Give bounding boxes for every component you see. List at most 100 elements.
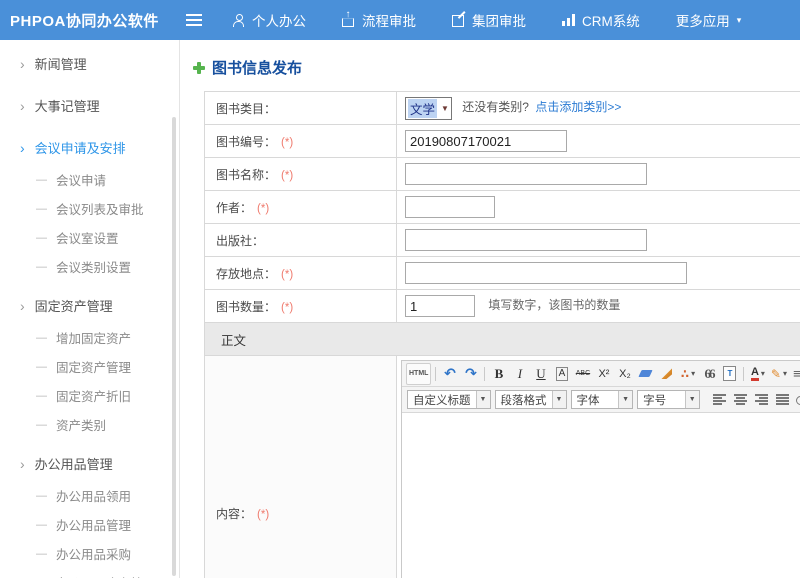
dash-icon: — <box>36 390 47 402</box>
form-row-category: 图书类目： 文学 ▼ 还没有类别? 点击添加类别>> <box>205 92 800 125</box>
superscript-button[interactable]: X² <box>594 365 613 383</box>
list-icon: ≡ <box>793 366 800 381</box>
top-nav: 个人办公 流程审批 集团审批 CRM系统 更多应用▾ <box>232 10 777 30</box>
author-label: 作者： <box>216 201 252 215</box>
category-select[interactable]: 文学 ▼ <box>405 97 452 120</box>
dash-icon: — <box>36 232 47 244</box>
share-box-icon <box>342 14 355 27</box>
sidebar-group-0[interactable]: ›新闻管理 <box>0 46 179 81</box>
author-input[interactable] <box>405 196 495 218</box>
nav-more-apps[interactable]: 更多应用▾ <box>676 10 742 30</box>
link-icon <box>796 395 800 405</box>
book-name-input[interactable] <box>405 163 647 185</box>
caret-down-icon: ▾ <box>691 369 695 378</box>
clipboard-icon: T <box>723 366 736 381</box>
sidebar-item[interactable]: —会议申请 <box>0 165 179 194</box>
sidebar-item[interactable]: — 办公用品领用 <box>0 481 179 510</box>
sidebar-item-label: 固定资产管理 <box>56 357 131 376</box>
align-right-button[interactable] <box>752 391 771 409</box>
editor-content[interactable] <box>402 413 800 578</box>
sidebar-item-label: 办公用品领用 <box>56 486 131 505</box>
book-no-input[interactable] <box>405 130 567 152</box>
dash-icon: — <box>36 361 47 373</box>
html-source-button[interactable]: HTML <box>406 363 431 385</box>
dash-icon: — <box>36 203 47 215</box>
sidebar-item-label: 办公用品库存管理 <box>56 573 156 578</box>
italic-button[interactable]: I <box>510 365 529 383</box>
sidebar-group-2[interactable]: › 会议申请及安排 <box>0 130 179 165</box>
sidebar-item-label: 办公用品管理 <box>56 515 131 534</box>
paste-as-text-button[interactable]: T <box>720 365 739 383</box>
font-family-dropdown[interactable]: 字体▼ <box>571 390 634 409</box>
location-label: 存放地点： <box>216 267 276 281</box>
font-size-dropdown[interactable]: 字号▼ <box>637 390 700 409</box>
sidebar-item[interactable]: —增加固定资产 <box>0 323 179 352</box>
sidebar-item-label: 资产类别 <box>56 415 106 434</box>
brush-icon <box>661 368 672 379</box>
redo-button[interactable]: ↷ <box>461 365 480 383</box>
format-painter-button[interactable] <box>657 365 676 383</box>
undo-button[interactable]: ↶ <box>440 365 459 383</box>
category-select-value: 文学 <box>408 99 437 118</box>
sidebar-item[interactable]: —资产类别 <box>0 410 179 439</box>
align-center-button[interactable] <box>731 391 750 409</box>
align-left-button[interactable] <box>710 391 729 409</box>
publisher-input[interactable] <box>405 229 647 251</box>
sidebar-item-label: 会议类别设置 <box>56 257 131 276</box>
book-name-label: 图书名称： <box>216 168 276 182</box>
sidebar-item[interactable]: —会议类别设置 <box>0 252 179 281</box>
sidebar-item-label: 会议室设置 <box>56 228 119 247</box>
dash-icon: — <box>36 174 47 186</box>
marker-pen-icon: ✎ <box>771 367 781 381</box>
sidebar-group-label: 会议申请及安排 <box>35 138 126 157</box>
location-input[interactable] <box>405 262 687 284</box>
sidebar-scrollbar[interactable] <box>172 117 176 576</box>
sidebar-item[interactable]: — 会议室设置 <box>0 223 179 252</box>
dash-icon: — <box>36 490 47 502</box>
chevron-right-icon: › <box>20 142 25 154</box>
caret-down-icon: ▼ <box>476 391 490 408</box>
sidebar-item[interactable]: —办公用品采购 <box>0 539 179 568</box>
nav-personal-office[interactable]: 个人办公 <box>232 10 306 30</box>
custom-title-dropdown[interactable]: 自定义标题▼ <box>407 390 491 409</box>
sidebar-group-label: 新闻管理 <box>35 54 87 73</box>
body-section-header: 正文 <box>205 323 800 356</box>
caret-down-icon: ▼ <box>552 391 566 408</box>
sidebar-item[interactable]: — 固定资产管理 <box>0 352 179 381</box>
sidebar-item[interactable]: —办公用品管理 <box>0 510 179 539</box>
font-color-button[interactable]: A▾ <box>748 365 767 383</box>
nav-group-approval[interactable]: 集团审批 <box>452 10 526 30</box>
boxed-a-button[interactable]: A <box>552 365 571 383</box>
sidebar-group-1[interactable]: ›大事记管理 <box>0 88 179 123</box>
required-mark: (*) <box>281 269 293 281</box>
bold-button[interactable]: B <box>489 365 508 383</box>
paragraph-format-dropdown[interactable]: 段落格式▼ <box>495 390 567 409</box>
sidebar-item[interactable]: —会议列表及审批 <box>0 194 179 223</box>
chevron-right-icon: › <box>20 458 25 470</box>
form-row-book-no: 图书编号：(*) <box>205 125 800 158</box>
blockquote-button[interactable]: 66 <box>699 365 718 383</box>
numbered-list-button[interactable]: ≡▾ <box>790 365 800 383</box>
remove-format-button[interactable] <box>636 365 655 383</box>
align-center-icon <box>734 394 747 405</box>
subscript-button[interactable]: X₂ <box>615 365 634 383</box>
sidebar-item[interactable]: —固定资产折旧 <box>0 381 179 410</box>
main-content: 图书信息发布 图书类目： 文学 ▼ 还没有类别? 点击添加类别>> <box>180 40 800 578</box>
sidebar-group-3[interactable]: ›固定资产管理 <box>0 288 179 323</box>
sidebar-group-4[interactable]: ›办公用品管理 <box>0 446 179 481</box>
add-category-link[interactable]: 点击添加类别>> <box>535 100 621 114</box>
editor-toolbar-row2: 自定义标题▼ 段落格式▼ 字体▼ 字号▼ <box>402 387 800 413</box>
required-mark: (*) <box>281 170 293 182</box>
align-justify-button[interactable] <box>773 391 792 409</box>
strikethrough-button[interactable]: ABC <box>573 365 592 383</box>
sidebar-item[interactable]: —办公用品库存管理 <box>0 568 179 578</box>
insert-link-button[interactable] <box>794 391 800 409</box>
underline-button[interactable]: U <box>531 365 550 383</box>
category-hint: 还没有类别? <box>462 100 529 114</box>
quantity-input[interactable] <box>405 295 475 317</box>
hamburger-menu-icon[interactable] <box>186 14 202 26</box>
nav-crm-system[interactable]: CRM系统 <box>562 10 640 30</box>
color-palette-button[interactable]: ∴▾ <box>678 365 697 383</box>
nav-workflow-approval[interactable]: 流程审批 <box>342 10 416 30</box>
highlight-button[interactable]: ✎▾ <box>769 365 788 383</box>
